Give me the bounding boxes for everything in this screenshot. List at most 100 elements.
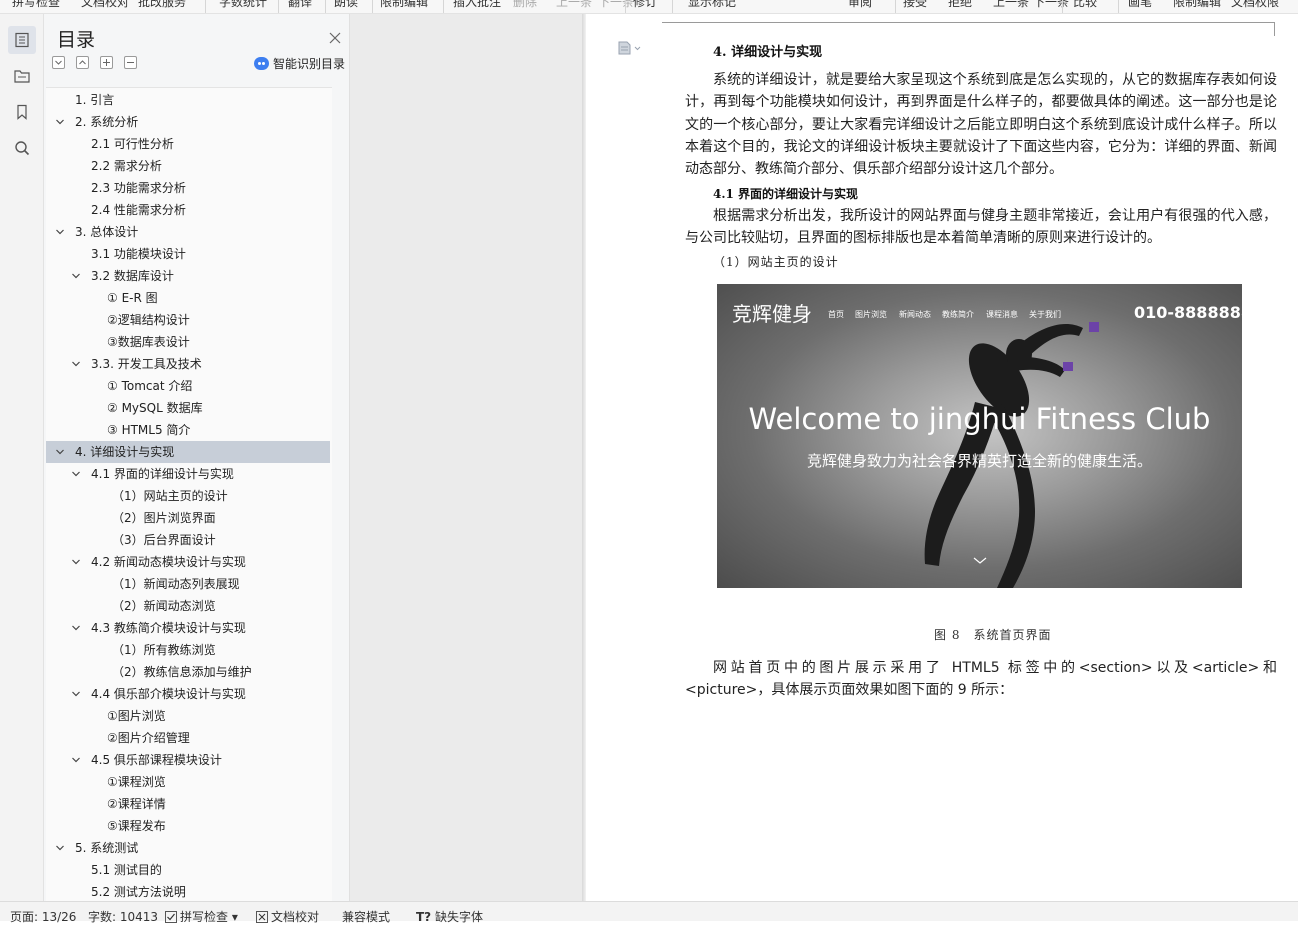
- chevron-down-icon[interactable]: [71, 469, 81, 479]
- close-icon[interactable]: [328, 30, 342, 44]
- toc-item[interactable]: 3.3. 开发工具及技术: [46, 353, 330, 375]
- ribbon-item[interactable]: 审阅: [848, 0, 872, 10]
- add-heading-icon[interactable]: [100, 56, 113, 69]
- expand-up-icon[interactable]: [76, 56, 89, 69]
- toc-item[interactable]: 5.2 测试方法说明: [46, 881, 330, 901]
- toc-item[interactable]: （1）网站主页的设计: [46, 485, 330, 507]
- smart-toc-label: 智能识别目录: [273, 57, 346, 71]
- toc-item[interactable]: ③ HTML5 简介: [46, 419, 330, 441]
- ribbon-item[interactable]: 上一条: [556, 0, 592, 10]
- ribbon-item[interactable]: 删除: [513, 0, 537, 10]
- missing-font-button[interactable]: T? 缺失字体: [416, 908, 483, 925]
- toc-item[interactable]: 3.2 数据库设计: [46, 265, 330, 287]
- ribbon-item[interactable]: 字数统计: [219, 0, 267, 10]
- toc-item[interactable]: （2）教练信息添加与维护: [46, 661, 330, 683]
- chevron-down-icon[interactable]: [55, 843, 65, 853]
- chevron-down-icon[interactable]: [71, 623, 81, 633]
- toc-item[interactable]: （1）新闻动态列表展现: [46, 573, 330, 595]
- chevron-down-icon[interactable]: [71, 359, 81, 369]
- toc-item[interactable]: 5.1 测试目的: [46, 859, 330, 881]
- chapter-nav-icon[interactable]: [8, 62, 36, 90]
- toc-item[interactable]: ① E-R 图: [46, 287, 330, 309]
- smart-toc-button[interactable]: 智能识别目录: [254, 55, 345, 72]
- toc-item[interactable]: （2）图片浏览界面: [46, 507, 330, 529]
- spell-check-toggle[interactable]: 拼写检查 ▾: [165, 908, 238, 925]
- toc-item[interactable]: 3. 总体设计: [46, 221, 330, 243]
- ribbon-item[interactable]: 拼写检查: [12, 0, 60, 10]
- toc-item-label: （1）网站主页的设计: [112, 489, 228, 503]
- toc-item[interactable]: 4.5 俱乐部课程模块设计: [46, 749, 330, 771]
- ribbon-item[interactable]: 上一条: [993, 0, 1029, 10]
- ribbon-item[interactable]: 文档校对: [81, 0, 129, 10]
- toc-item[interactable]: 4.4 俱乐部介模块设计与实现: [46, 683, 330, 705]
- document-icon[interactable]: [618, 40, 644, 59]
- toc-item[interactable]: （3）后台界面设计: [46, 529, 330, 551]
- toc-item[interactable]: ②课程详情: [46, 793, 330, 815]
- toc-item[interactable]: 4. 详细设计与实现: [46, 441, 330, 463]
- ribbon-item[interactable]: 显示标记: [688, 0, 736, 10]
- hero-nav-home: 首页: [828, 310, 844, 319]
- ribbon-item[interactable]: 下一条: [1033, 0, 1069, 10]
- toc-item[interactable]: ② MySQL 数据库: [46, 397, 330, 419]
- ai-assistant-icon: [254, 57, 269, 70]
- chevron-down-icon[interactable]: [55, 117, 65, 127]
- page-indicator[interactable]: 页面: 13/26: [10, 908, 76, 925]
- ribbon-item[interactable]: 插入批注: [453, 0, 501, 10]
- missing-font-icon: T?: [416, 910, 432, 924]
- toc-item[interactable]: 4.1 界面的详细设计与实现: [46, 463, 330, 485]
- ribbon-item[interactable]: 下一条: [598, 0, 634, 10]
- ribbon-item[interactable]: 限制编辑: [1173, 0, 1221, 10]
- toc-item[interactable]: ②图片介绍管理: [46, 727, 330, 749]
- toc-item[interactable]: ①图片浏览: [46, 705, 330, 727]
- toc-item[interactable]: （1）所有教练浏览: [46, 639, 330, 661]
- toc-item[interactable]: 3.1 功能模块设计: [46, 243, 330, 265]
- ribbon-item[interactable]: 翻译: [288, 0, 312, 10]
- ribbon-item[interactable]: 修订: [633, 0, 657, 10]
- toc-item[interactable]: ①课程浏览: [46, 771, 330, 793]
- chevron-down-icon[interactable]: [71, 689, 81, 699]
- toc-item[interactable]: 2.3 功能需求分析: [46, 177, 330, 199]
- toc-item[interactable]: ③数据库表设计: [46, 331, 330, 353]
- toc-item[interactable]: ⑤课程发布: [46, 815, 330, 837]
- ribbon-separator: [1062, 0, 1063, 13]
- search-icon[interactable]: [8, 134, 36, 162]
- bookmark-icon[interactable]: [8, 98, 36, 126]
- outline-icon[interactable]: [8, 26, 36, 54]
- ribbon-item[interactable]: 批改服务: [138, 0, 186, 10]
- toc-item[interactable]: ②逻辑结构设计: [46, 309, 330, 331]
- ribbon-toolbar: 拼写检查 文档校对 批改服务 字数统计 翻译 朗读 限制编辑 插入批注 删除 上一条 下一条 修订 显示…: [0, 0, 1298, 14]
- ribbon-item[interactable]: 比较: [1073, 0, 1097, 10]
- toc-item[interactable]: 2. 系统分析: [46, 111, 330, 133]
- word-count[interactable]: 字数: 10413: [88, 908, 158, 925]
- toc-item[interactable]: 1. 引言: [46, 89, 330, 111]
- toc-item[interactable]: 4.2 新闻动态模块设计与实现: [46, 551, 330, 573]
- ribbon-item[interactable]: 限制编辑: [380, 0, 428, 10]
- outline-tree: 1. 引言 2. 系统分析 2.1 可行性分析 2.2 需求分析 2.3 功能需求分析 2…: [46, 87, 332, 901]
- ribbon-item[interactable]: 朗读: [334, 0, 358, 10]
- ribbon-item[interactable]: 拒绝: [948, 0, 972, 10]
- body-paragraph-2: 根据需求分析出发，我所设计的网站界面与健身主题非常接近，会让用户有很强的代入感，…: [685, 208, 1277, 247]
- toc-item-label: ①图片浏览: [107, 709, 166, 723]
- toc-item[interactable]: 2.4 性能需求分析: [46, 199, 330, 221]
- toc-item[interactable]: （2）新闻动态浏览: [46, 595, 330, 617]
- chevron-down-icon[interactable]: [71, 755, 81, 765]
- toc-item[interactable]: 2.1 可行性分析: [46, 133, 330, 155]
- collapse-all-icon[interactable]: [52, 56, 65, 69]
- chevron-down-icon[interactable]: [55, 447, 65, 457]
- chevron-down-icon[interactable]: [71, 271, 81, 281]
- chevron-down-icon[interactable]: [55, 227, 65, 237]
- toc-item-label: ⑤课程发布: [107, 819, 166, 833]
- toc-item[interactable]: 4.3 教练简介模块设计与实现: [46, 617, 330, 639]
- proofread-button[interactable]: 文档校对: [256, 908, 319, 925]
- ribbon-item[interactable]: 文档权限: [1231, 0, 1279, 10]
- chevron-down-icon[interactable]: [71, 557, 81, 567]
- section-heading: 4. 详细设计与实现: [713, 45, 823, 60]
- toc-item[interactable]: 2.2 需求分析: [46, 155, 330, 177]
- ribbon-item[interactable]: 画笔: [1128, 0, 1152, 10]
- ribbon-item[interactable]: 接受: [903, 0, 927, 10]
- toc-item[interactable]: ① Tomcat 介绍: [46, 375, 330, 397]
- toc-item[interactable]: 5. 系统测试: [46, 837, 330, 859]
- ribbon-separator: [895, 0, 896, 13]
- remove-heading-icon[interactable]: [124, 56, 137, 69]
- hero-nav-news: 新闻动态: [899, 310, 931, 319]
